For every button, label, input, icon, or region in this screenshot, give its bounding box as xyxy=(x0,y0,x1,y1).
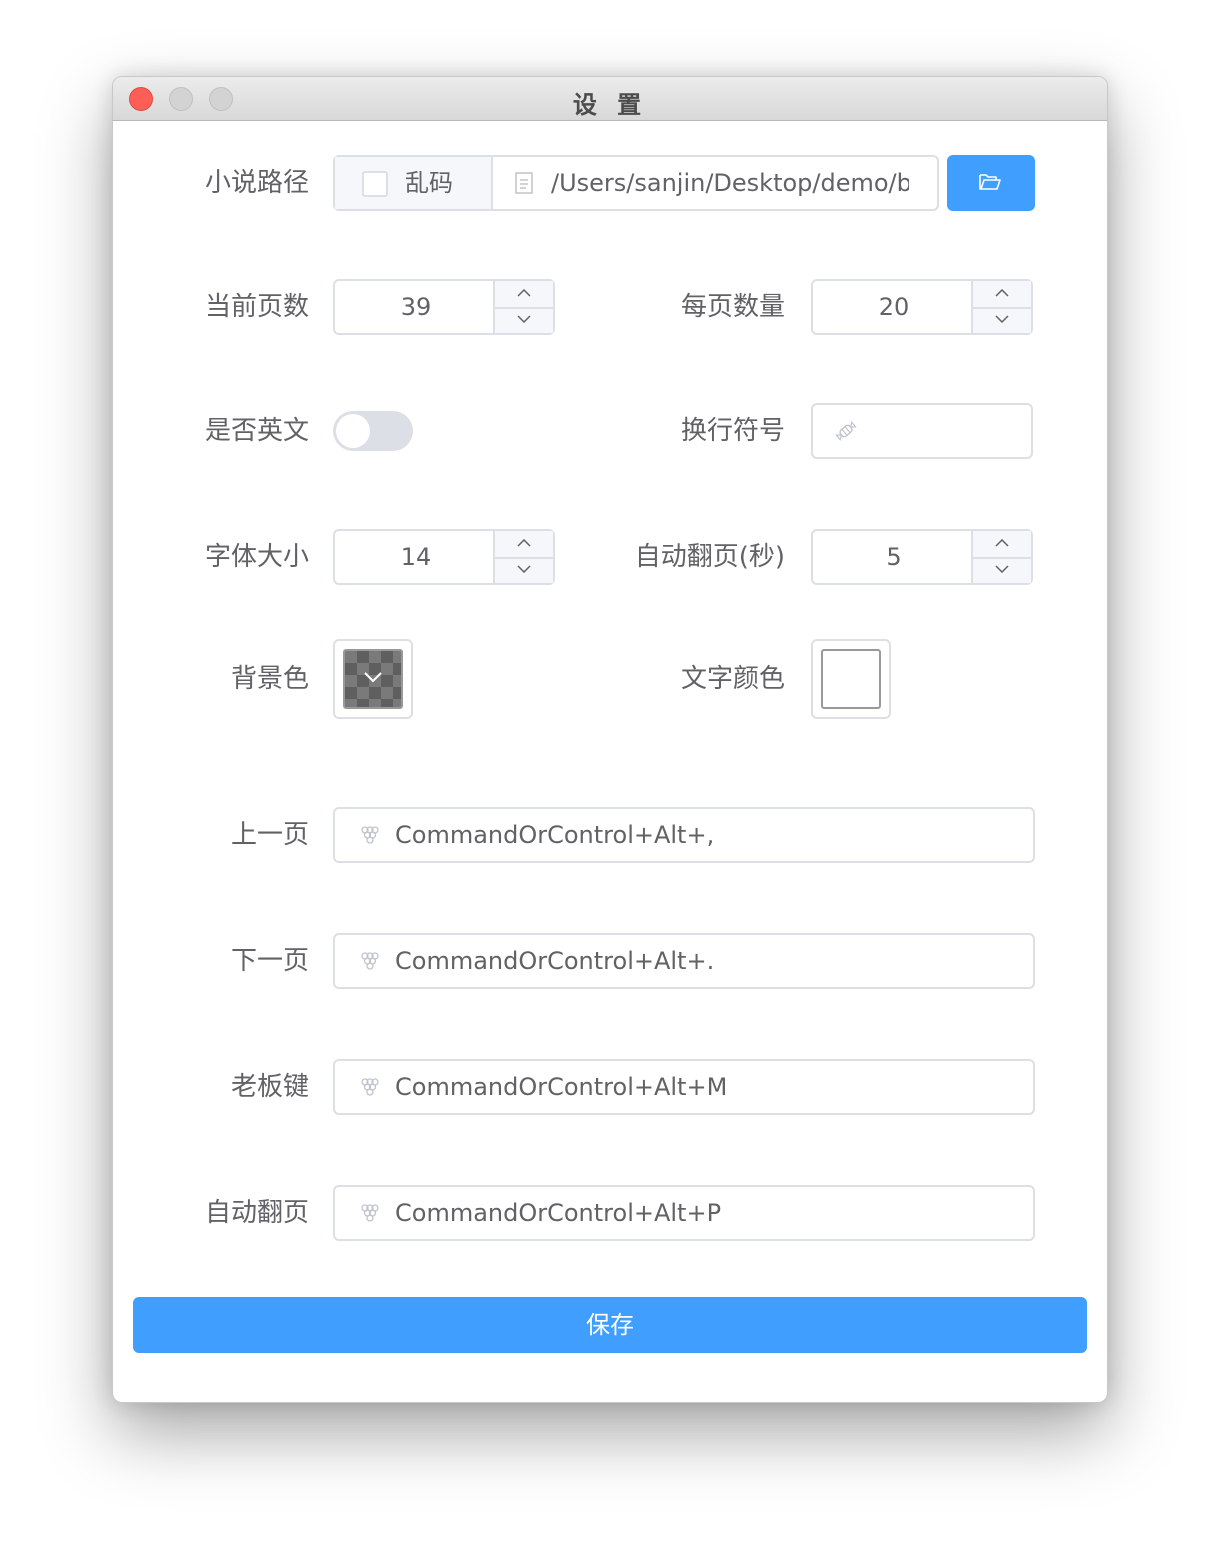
prev-page-shortcut-value[interactable]: CommandOrControl+Alt+, xyxy=(395,809,714,861)
font-size-stepper[interactable]: 14 xyxy=(333,529,555,585)
grape-icon xyxy=(359,824,381,850)
auto-page-seconds-label: 自动翻页(秒) xyxy=(634,542,785,572)
window-title: 设 置 xyxy=(572,91,648,119)
auto-page-seconds-increase-button[interactable] xyxy=(973,531,1031,559)
boss-key-shortcut-input[interactable]: CommandOrControl+Alt+M xyxy=(333,1059,1035,1115)
chevron-down-icon xyxy=(517,565,531,574)
boss-key-shortcut-value[interactable]: CommandOrControl+Alt+M xyxy=(395,1061,727,1113)
current-page-value[interactable]: 39 xyxy=(335,281,497,333)
auto-page-seconds-spin xyxy=(971,531,1031,583)
line-break-input[interactable] xyxy=(811,403,1033,459)
next-page-label: 下一页 xyxy=(230,946,309,976)
grape-icon xyxy=(359,1202,381,1228)
garbled-checkbox[interactable] xyxy=(362,171,388,197)
novel-path-input[interactable]: /Users/sanjin/Desktop/demo/bo xyxy=(551,157,909,209)
switch-knob xyxy=(336,414,370,448)
chevron-up-icon xyxy=(995,538,1009,547)
font-size-label: 字体大小 xyxy=(204,542,309,572)
current-page-decrease-button[interactable] xyxy=(495,307,553,333)
document-icon xyxy=(515,172,533,198)
next-page-shortcut-value[interactable]: CommandOrControl+Alt+. xyxy=(395,935,714,987)
current-page-label: 当前页数 xyxy=(204,292,309,322)
settings-window: 设 置 小说路径 乱码 /Users/sanjin/Desktop/demo/b… xyxy=(112,76,1108,1403)
text-color-swatch[interactable] xyxy=(821,649,881,709)
is-english-switch[interactable] xyxy=(333,411,413,451)
line-break-label: 换行符号 xyxy=(680,416,785,446)
title-bar[interactable]: 设 置 xyxy=(113,77,1107,121)
auto-page-seconds-value[interactable]: 5 xyxy=(813,531,975,583)
chevron-down-icon xyxy=(995,315,1009,324)
prev-page-shortcut-input[interactable]: CommandOrControl+Alt+, xyxy=(333,807,1035,863)
text-color-label: 文字颜色 xyxy=(680,664,785,694)
current-page-spin xyxy=(493,281,553,333)
chevron-down-icon xyxy=(995,565,1009,574)
next-page-shortcut-input[interactable]: CommandOrControl+Alt+. xyxy=(333,933,1035,989)
grape-icon xyxy=(359,1076,381,1102)
page-size-value[interactable]: 20 xyxy=(813,281,975,333)
garbled-checkbox-group[interactable]: 乱码 xyxy=(335,157,493,209)
current-page-increase-button[interactable] xyxy=(495,281,553,309)
boss-key-label: 老板键 xyxy=(230,1072,309,1102)
background-color-picker[interactable] xyxy=(333,639,413,719)
font-size-value[interactable]: 14 xyxy=(335,531,497,583)
background-color-label: 背景色 xyxy=(230,664,309,694)
chevron-up-icon xyxy=(517,288,531,297)
auto-page-seconds-stepper[interactable]: 5 xyxy=(811,529,1033,585)
page-size-stepper[interactable]: 20 xyxy=(811,279,1033,335)
chevron-up-icon xyxy=(995,288,1009,297)
prev-page-label: 上一页 xyxy=(230,820,309,850)
garbled-checkbox-label[interactable]: 乱码 xyxy=(405,157,453,209)
current-page-stepper[interactable]: 39 xyxy=(333,279,555,335)
chevron-down-icon xyxy=(364,672,382,683)
novel-path-input-group: 乱码 /Users/sanjin/Desktop/demo/bo xyxy=(333,155,939,211)
auto-page-seconds-decrease-button[interactable] xyxy=(973,557,1031,583)
font-size-decrease-button[interactable] xyxy=(495,557,553,583)
novel-path-label: 小说路径 xyxy=(204,168,309,198)
auto-page-shortcut-value[interactable]: CommandOrControl+Alt+P xyxy=(395,1187,721,1239)
browse-folder-button[interactable] xyxy=(947,155,1035,211)
save-button[interactable]: 保存 xyxy=(133,1297,1087,1353)
page-size-spin xyxy=(971,281,1031,333)
candy-icon xyxy=(835,420,857,446)
chevron-down-icon xyxy=(517,315,531,324)
text-color-picker[interactable] xyxy=(811,639,891,719)
auto-page-shortcut-input[interactable]: CommandOrControl+Alt+P xyxy=(333,1185,1035,1241)
chevron-up-icon xyxy=(517,538,531,547)
font-size-increase-button[interactable] xyxy=(495,531,553,559)
is-english-label: 是否英文 xyxy=(204,416,309,446)
grape-icon xyxy=(359,950,381,976)
auto-page-label: 自动翻页 xyxy=(204,1198,309,1228)
page-size-decrease-button[interactable] xyxy=(973,307,1031,333)
page-size-label: 每页数量 xyxy=(680,292,785,322)
page-size-increase-button[interactable] xyxy=(973,281,1031,309)
font-size-spin xyxy=(493,531,553,583)
background-color-swatch[interactable] xyxy=(343,649,403,709)
